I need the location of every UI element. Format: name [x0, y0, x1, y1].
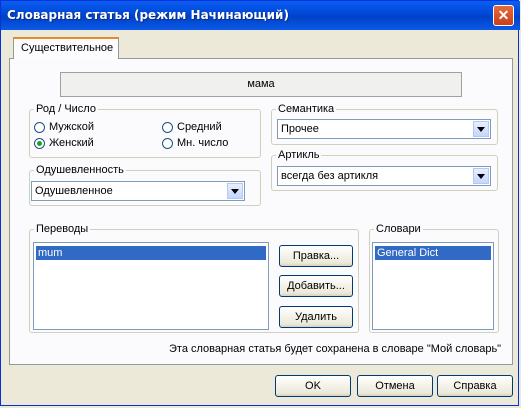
cancel-button[interactable]: Отмена	[357, 375, 433, 397]
list-item[interactable]: mum	[36, 246, 266, 260]
chevron-down-icon[interactable]	[227, 183, 243, 199]
save-note: Эта словарная статья будет сохранена в с…	[169, 343, 502, 355]
gender-number-legend: Род / Число	[36, 103, 96, 115]
article-value: всегда без артикля	[281, 170, 379, 182]
translations-legend: Переводы	[36, 223, 89, 235]
ok-button[interactable]: OK	[275, 375, 351, 397]
close-icon: ✕	[497, 7, 510, 23]
help-button[interactable]: Справка	[437, 375, 513, 397]
radio-plural-label: Мн. число	[177, 137, 229, 149]
headword-field: мама	[60, 72, 462, 97]
radio-feminine-label: Женский	[49, 137, 94, 149]
translations-list[interactable]: mum	[33, 242, 269, 330]
radio-neuter-label: Средний	[177, 121, 222, 133]
dictionaries-list[interactable]: General Dict	[372, 242, 494, 330]
add-button[interactable]: Добавить...	[279, 275, 353, 297]
list-item[interactable]: General Dict	[375, 246, 491, 260]
radio-plural[interactable]: Мн. число	[162, 137, 228, 149]
semantics-select[interactable]: Прочее	[277, 119, 491, 139]
article-select[interactable]: всегда без артикля	[277, 166, 491, 186]
title-bar[interactable]: Словарная статья (режим Начинающий) ✕	[1, 1, 520, 30]
article-legend: Артикль	[278, 149, 320, 161]
radio-feminine[interactable]: Женский	[34, 137, 94, 149]
close-button[interactable]: ✕	[493, 5, 514, 26]
radio-masculine[interactable]: Мужской	[34, 121, 94, 133]
dictionaries-legend: Словари	[376, 223, 421, 235]
tab-noun[interactable]: Существительное	[13, 37, 119, 59]
semantics-legend: Семантика	[278, 103, 335, 115]
radio-masculine-label: Мужской	[49, 121, 94, 133]
delete-button[interactable]: Удалить	[279, 306, 353, 328]
semantics-value: Прочее	[281, 123, 319, 135]
radio-neuter-dot	[162, 121, 173, 133]
edit-button[interactable]: Правка...	[279, 245, 353, 267]
radio-neuter[interactable]: Средний	[162, 121, 222, 133]
radio-masculine-dot	[34, 121, 45, 133]
chevron-down-icon[interactable]	[473, 168, 489, 184]
radio-feminine-dot	[34, 137, 45, 149]
dialog-window: Словарная статья (режим Начинающий) ✕ Су…	[0, 0, 520, 406]
window-title: Словарная статья (режим Начинающий)	[7, 8, 289, 22]
animacy-value: Одушевленное	[35, 185, 113, 197]
radio-plural-dot	[162, 137, 173, 149]
animacy-select[interactable]: Одушевленное	[31, 181, 245, 201]
animacy-legend: Одушевленность	[36, 164, 124, 176]
chevron-down-icon[interactable]	[473, 121, 489, 137]
